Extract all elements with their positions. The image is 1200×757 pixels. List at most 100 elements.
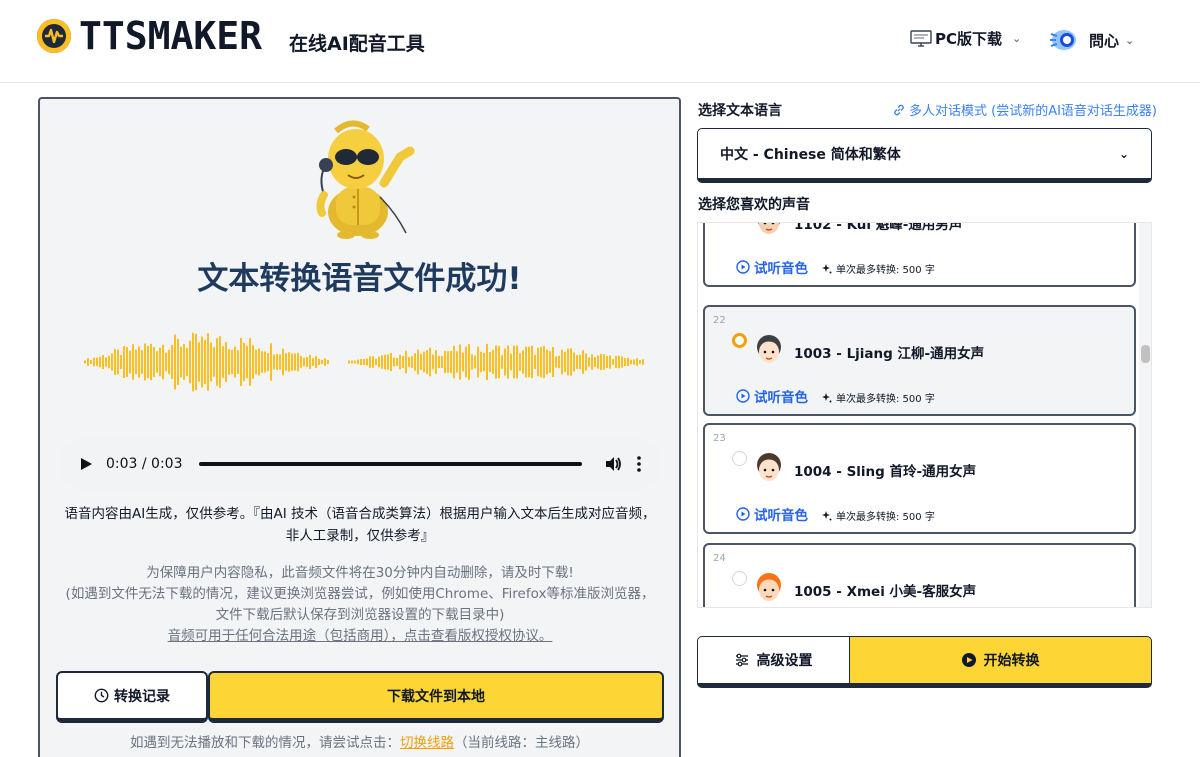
scrollbar-thumb[interactable] xyxy=(1141,345,1150,363)
voice-char-limit-label: 单次最多转换: 500 字 xyxy=(836,512,935,523)
waveform-bar xyxy=(546,349,548,375)
waveform-bar xyxy=(147,345,149,379)
waveform-bar xyxy=(93,357,95,367)
waveform-bar xyxy=(588,357,590,367)
waveform-bar xyxy=(393,357,395,367)
waveform-bar xyxy=(567,348,569,376)
more-options-icon[interactable] xyxy=(636,455,642,473)
logo[interactable]: TTSMAKER xyxy=(37,17,262,55)
voice-name: 1005 - Xmei 小美-客服女声 xyxy=(794,584,977,600)
waveform-bar xyxy=(402,356,404,368)
waveform-logo-icon xyxy=(37,19,71,53)
waveform-bar xyxy=(123,346,125,378)
waveform-bar xyxy=(543,345,545,379)
waveform-bar xyxy=(159,347,161,377)
voice-char-limit: 单次最多转换: 500 字 xyxy=(822,390,935,405)
waveform-bar xyxy=(162,344,164,380)
voice-preview-button[interactable]: 试听音色 xyxy=(736,257,808,277)
waveform-bar xyxy=(432,354,434,370)
voice-card[interactable]: 1102 - Kui 魁峰-通用男声 试听音色 单次最多转换: 500 字 xyxy=(703,223,1136,287)
audio-player[interactable]: 0:03 / 0:03 xyxy=(58,437,662,491)
voice-preview-label: 试听音色 xyxy=(754,508,808,524)
waveform-bar xyxy=(183,344,185,380)
voice-card[interactable]: 23 1004 - Sling 首玲-通用女声 试听音色 单次最多转换: 500 字 xyxy=(703,423,1136,534)
multi-speaker-mode-link[interactable]: 多人对话模式 (尝试新的AI语音对话生成器) xyxy=(893,100,1157,119)
waveform-bar xyxy=(582,350,584,374)
waveform-bar xyxy=(456,351,458,373)
voice-name: 1004 - Sling 首玲-通用女声 xyxy=(794,464,977,480)
voice-radio[interactable] xyxy=(732,333,747,348)
chevron-down-icon: ⌄ xyxy=(1012,32,1022,45)
voice-list[interactable]: 1102 - Kui 魁峰-通用男声 试听音色 单次最多转换: 500 字 22 100… xyxy=(697,222,1152,608)
waveform-bar xyxy=(252,345,254,379)
waveform-bar xyxy=(492,350,494,374)
waveform-bar xyxy=(564,351,566,373)
waveform-bar xyxy=(318,358,320,366)
waveform-bar xyxy=(438,355,440,369)
voice-name: 1003 - Ljiang 江柳-通用女声 xyxy=(794,346,985,362)
chevron-down-icon: ⌄ xyxy=(1118,146,1129,161)
voice-char-limit: 单次最多转换: 500 字 xyxy=(822,261,935,276)
voice-card[interactable]: 241005 - Xmei 小美-客服女声试听音色单次最多转换: 500 字 xyxy=(703,543,1136,607)
waveform-bar xyxy=(570,348,572,376)
waveform-bar xyxy=(315,355,317,369)
volume-icon[interactable] xyxy=(604,455,622,473)
waveform-bar xyxy=(633,359,635,365)
waveform-bar xyxy=(618,355,620,369)
download-file-button[interactable]: 下载文件到本地 xyxy=(208,671,664,723)
waveform-bar xyxy=(225,342,227,382)
waveform-bar xyxy=(228,349,230,375)
play-circle-outline-icon xyxy=(736,260,750,274)
license-link[interactable]: 音频可用于任何合法用途（包括商用），点击查看版权授权协议。 xyxy=(60,626,660,647)
waveform-bar xyxy=(411,356,413,368)
waveform-bar xyxy=(606,355,608,369)
language-select[interactable]: 中文 - Chinese 简体和繁体 ⌄ xyxy=(697,128,1152,183)
waveform-bar xyxy=(348,360,350,364)
player-progress-bar[interactable] xyxy=(198,462,582,466)
voice-list-scrollbar[interactable] xyxy=(1139,223,1151,607)
waveform-bar xyxy=(213,347,215,377)
pc-download-menu[interactable]: PC版下载 ⌄ xyxy=(910,28,1021,49)
switch-route-link[interactable]: 切换线路 xyxy=(400,735,454,751)
waveform-bar xyxy=(627,357,629,367)
user-menu[interactable]: 問心 ⌄ xyxy=(1049,26,1134,54)
waveform-bar xyxy=(363,359,365,365)
privacy-line-2: (如遇到文件无法下载的情况，建议更换浏览器尝试，例如使用Chrome、Firef… xyxy=(65,586,655,623)
history-button-label: 转换记录 xyxy=(114,688,170,705)
waveform-bar xyxy=(417,349,419,375)
waveform-bar xyxy=(90,360,92,364)
conversion-history-button[interactable]: 转换记录 xyxy=(56,671,208,723)
waveform-bar xyxy=(261,351,263,373)
advanced-settings-button[interactable]: 高级设置 xyxy=(697,636,849,688)
waveform-bar xyxy=(96,357,98,367)
waveform-bar xyxy=(351,360,353,364)
waveform-bar xyxy=(108,355,110,369)
waveform-bar xyxy=(171,344,173,380)
route-note-suffix: （当前线路：主线路） xyxy=(454,735,589,751)
waveform-bar xyxy=(267,353,269,371)
waveform-bar xyxy=(234,346,236,378)
voice-radio[interactable] xyxy=(732,451,747,466)
waveform-bar xyxy=(288,352,290,372)
voice-radio[interactable] xyxy=(732,571,747,586)
voice-card[interactable]: 22 1003 - Ljiang 江柳-通用女声 试听音色 单次最多转换: 500 字 xyxy=(703,305,1136,416)
waveform-bar xyxy=(222,346,224,378)
waveform-bar xyxy=(120,354,122,370)
waveform-bar xyxy=(273,354,275,370)
waveform-bar xyxy=(366,358,368,366)
sparkle-icon xyxy=(822,263,832,273)
waveform-bar xyxy=(126,347,128,377)
waveform-bar xyxy=(189,340,191,384)
waveform-bar xyxy=(483,352,485,372)
top-header: TTSMAKER 在线AI配音工具 PC版下载 ⌄ 問心 ⌄ xyxy=(0,0,1200,83)
waveform-bar xyxy=(285,353,287,371)
waveform-bar xyxy=(501,355,503,369)
waveform-bar xyxy=(378,356,380,368)
voice-preview-button[interactable]: 试听音色 xyxy=(736,386,808,406)
start-conversion-button[interactable]: 开始转换 xyxy=(849,636,1152,688)
sparkle-icon xyxy=(822,392,832,402)
waveform-bar xyxy=(99,356,101,368)
voice-preview-button[interactable]: 试听音色 xyxy=(736,504,808,524)
waveform-bar xyxy=(291,353,293,371)
play-icon[interactable] xyxy=(78,456,94,472)
